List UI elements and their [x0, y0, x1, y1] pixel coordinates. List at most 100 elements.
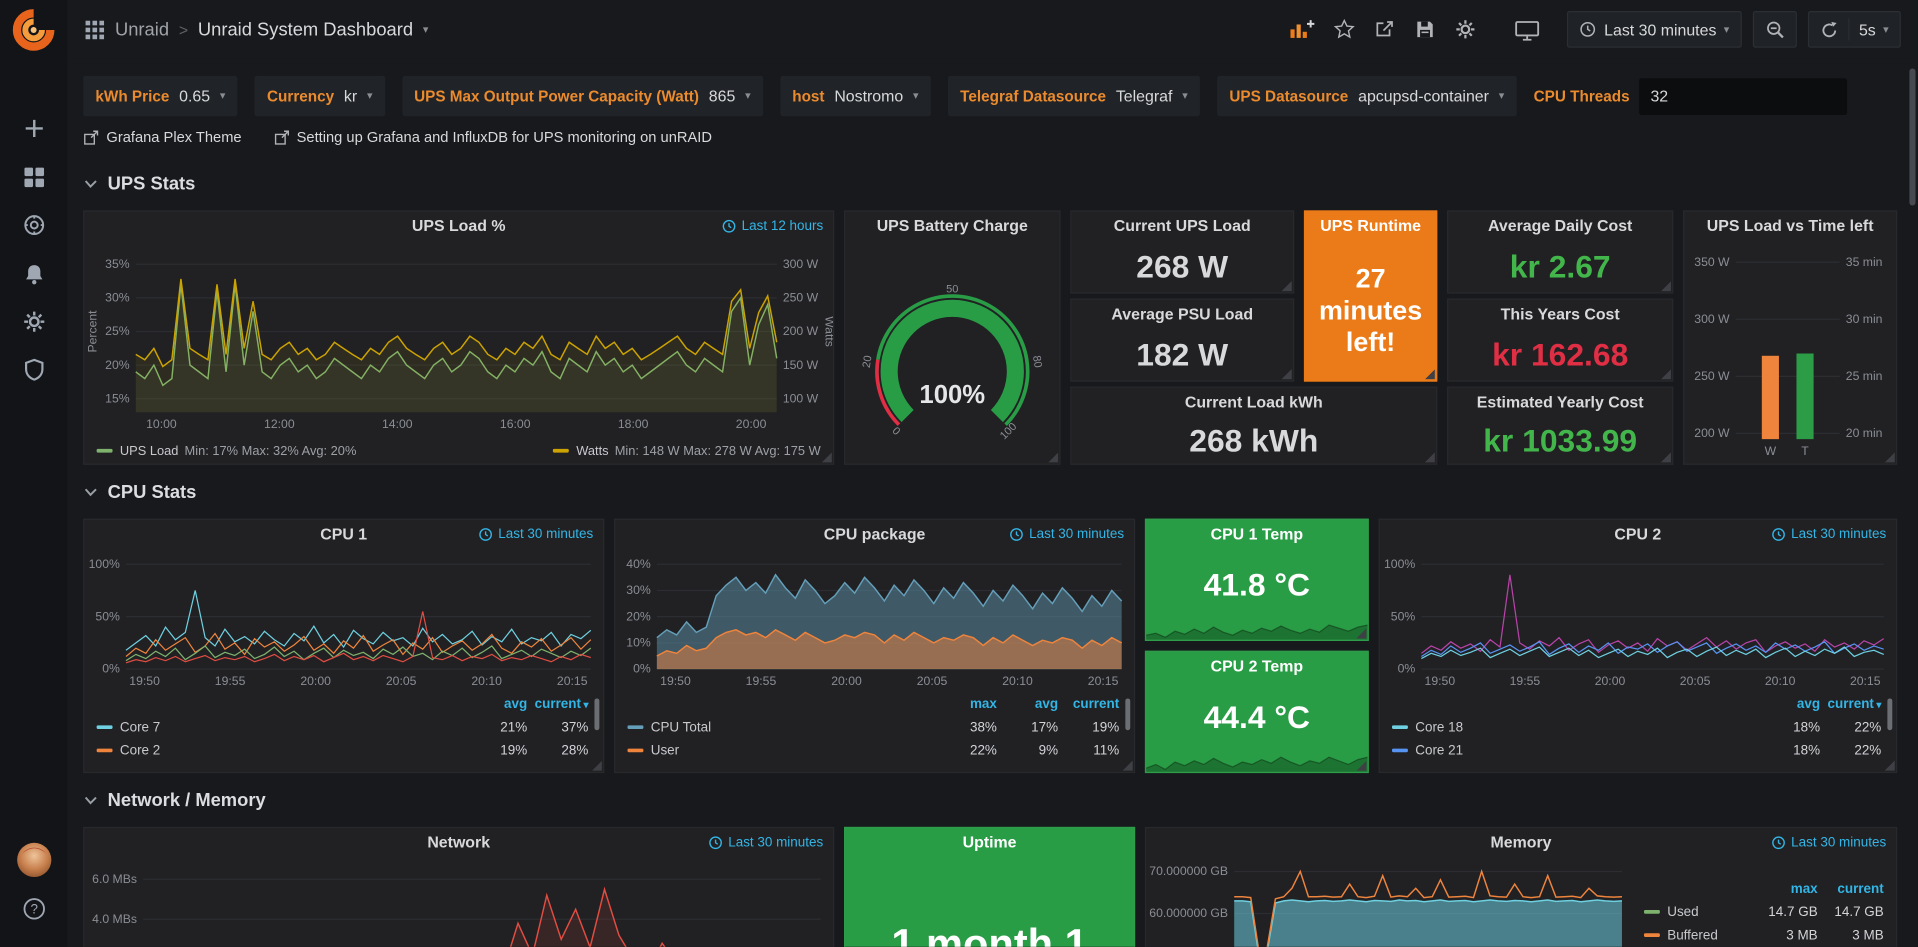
legend-scrollbar[interactable] — [1125, 698, 1130, 730]
sidebar-item-explore[interactable] — [0, 204, 67, 246]
legend-sort-max[interactable]: max — [1752, 881, 1818, 896]
legend-series[interactable]: Core 21 — [1392, 743, 1759, 758]
legend-sort-current[interactable]: current — [1818, 881, 1884, 896]
section-network-memory[interactable]: Network / Memory — [83, 785, 266, 814]
cycle-view-button[interactable] — [1511, 14, 1544, 45]
sidebar-item-create[interactable] — [0, 108, 67, 150]
resize-handle[interactable] — [1424, 368, 1435, 379]
legend-sort-avg[interactable]: avg — [466, 697, 527, 712]
resize-handle[interactable] — [821, 451, 832, 462]
sidebar-item-configuration[interactable] — [0, 301, 67, 343]
resize-handle[interactable] — [1884, 451, 1895, 462]
variable-kwh-price[interactable]: kWh Price 0.65 ▾ — [83, 76, 237, 116]
resize-handle[interactable] — [1122, 760, 1133, 771]
save-button[interactable] — [1411, 15, 1440, 44]
legend-sort-avg[interactable]: avg — [997, 697, 1058, 712]
cpu1-chart[interactable]: 0%50%100%19:5019:5520:0020:0520:1020:15 — [84, 549, 603, 691]
star-button[interactable] — [1330, 15, 1359, 44]
panel-title[interactable]: UPS Runtime — [1305, 212, 1436, 241]
time-range-picker[interactable]: Last 30 minutes ▾ — [1567, 11, 1741, 48]
legend-sort-avg[interactable]: avg — [1759, 697, 1820, 712]
resize-handle[interactable] — [1660, 451, 1671, 462]
resize-handle[interactable] — [1660, 368, 1671, 379]
ups-load-chart[interactable]: 15%20%25%30%35%100 W150 W200 W250 W300 W… — [84, 241, 833, 434]
panel-title[interactable]: CPU 1 Temp — [1146, 520, 1367, 549]
panel-title[interactable]: UPS Battery Charge — [845, 212, 1059, 241]
legend-header: avg current▾ — [1392, 692, 1881, 715]
panel-title[interactable]: CPU 2 Temp — [1146, 652, 1367, 681]
panel-title[interactable]: Average Daily Cost — [1448, 212, 1672, 241]
legend-series[interactable]: Core 18 — [1392, 720, 1759, 735]
panel-title[interactable]: UPS Load vs Time left — [1684, 212, 1896, 241]
resize-handle[interactable] — [1281, 368, 1292, 379]
legend-sort-current[interactable]: current▾ — [1820, 697, 1881, 712]
svg-text:300 W: 300 W — [1694, 312, 1730, 326]
svg-text:19:50: 19:50 — [660, 674, 691, 688]
sidebar-item-alerting[interactable] — [0, 253, 67, 295]
variable-currency[interactable]: Currency kr ▾ — [255, 76, 385, 116]
load-vs-time-chart[interactable]: 200 W250 W300 W350 W20 min25 min30 min35… — [1684, 241, 1896, 461]
legend-sort-max[interactable]: max — [936, 697, 997, 712]
resize-handle[interactable] — [1355, 760, 1366, 771]
legend-sort-current[interactable]: current — [1058, 697, 1119, 712]
panel-title[interactable]: Average PSU Load — [1072, 300, 1293, 329]
legend-series[interactable]: Core 7 — [97, 720, 466, 735]
legend-scrollbar[interactable] — [594, 698, 599, 730]
panel-title[interactable]: This Years Cost — [1448, 300, 1672, 329]
refresh-picker[interactable]: 5s ▾ — [1808, 11, 1901, 48]
panel-title[interactable]: Current Load kWh — [1072, 388, 1437, 417]
resize-handle[interactable] — [1424, 451, 1435, 462]
variable-ups-datasource[interactable]: UPS Datasource apcupsd-container ▾ — [1217, 76, 1516, 116]
cpu-threads-input[interactable] — [1639, 78, 1847, 115]
add-panel-button[interactable] — [1285, 14, 1319, 45]
battery-gauge[interactable]: 0205080100100% — [845, 241, 1059, 451]
variable-ups-max-power[interactable]: UPS Max Output Power Capacity (Watt) 865… — [402, 76, 763, 116]
panel-title[interactable]: Current UPS Load — [1072, 212, 1293, 241]
variable-telegraf-datasource[interactable]: Telegraf Datasource Telegraf ▾ — [948, 76, 1200, 116]
sidebar-item-server-admin[interactable] — [0, 349, 67, 391]
sidebar-item-dashboards[interactable] — [0, 157, 67, 199]
legend-series[interactable]: Used — [1644, 905, 1752, 920]
legend-series[interactable]: Core 2 — [97, 743, 466, 758]
chevron-down-icon[interactable]: ▾ — [423, 23, 429, 36]
panel-title[interactable]: Uptime — [845, 828, 1134, 857]
legend-series[interactable]: CPU Total — [628, 720, 936, 735]
network-chart[interactable]: 2.0 MBs4.0 MBs6.0 MBs — [84, 857, 833, 946]
svg-text:40%: 40% — [626, 557, 651, 571]
zoom-out-button[interactable] — [1753, 11, 1797, 48]
dashboard-title[interactable]: Unraid System Dashboard — [198, 19, 413, 40]
resize-handle[interactable] — [1660, 280, 1671, 291]
resize-handle[interactable] — [591, 760, 602, 771]
resize-handle[interactable] — [1281, 280, 1292, 291]
section-ups-stats[interactable]: UPS Stats — [83, 169, 195, 198]
legend-sort-current[interactable]: current▾ — [527, 697, 588, 712]
legend-scrollbar[interactable] — [1887, 698, 1892, 730]
grafana-logo[interactable] — [12, 9, 55, 52]
panel-title[interactable]: Estimated Yearly Cost — [1448, 388, 1672, 417]
resize-handle[interactable] — [1047, 451, 1058, 462]
share-button[interactable] — [1371, 15, 1400, 44]
variable-host[interactable]: host Nostromo ▾ — [780, 76, 931, 116]
svg-text:19:55: 19:55 — [1510, 674, 1541, 688]
dashboard-settings-button[interactable] — [1451, 15, 1480, 44]
chevron-down-icon: ▾ — [913, 89, 919, 102]
panel-network: Network Last 30 minutes 2.0 MBs4.0 MBs6.… — [83, 827, 834, 947]
page-scrollbar[interactable] — [1909, 68, 1915, 205]
cpu2-chart[interactable]: 0%50%100%19:5019:5520:0020:0520:1020:15 — [1380, 549, 1896, 691]
breadcrumb-app[interactable]: Unraid — [115, 19, 169, 40]
legend-series[interactable]: User — [628, 743, 936, 758]
svg-text:14:00: 14:00 — [382, 417, 413, 431]
legend-series[interactable]: Buffered — [1644, 928, 1752, 943]
resize-handle[interactable] — [1355, 628, 1366, 639]
sidebar-item-profile[interactable] — [0, 839, 67, 881]
panel-title[interactable]: UPS Load % — [84, 212, 833, 241]
apps-grid-icon[interactable] — [84, 19, 105, 40]
link-grafana-plex-theme[interactable]: Grafana Plex Theme — [83, 128, 241, 145]
memory-chart[interactable]: 50.000000 GB60.000000 GB70.000000 GB — [1146, 857, 1634, 946]
resize-handle[interactable] — [1884, 760, 1895, 771]
section-cpu-stats[interactable]: CPU Stats — [83, 477, 196, 506]
svg-text:20:00: 20:00 — [300, 674, 331, 688]
cpu-package-chart[interactable]: 0%10%20%30%40%19:5019:5520:0020:0520:102… — [615, 549, 1134, 691]
link-ups-monitoring-guide[interactable]: Setting up Grafana and InfluxDB for UPS … — [273, 128, 712, 145]
sidebar-item-help[interactable]: ? — [0, 888, 67, 930]
